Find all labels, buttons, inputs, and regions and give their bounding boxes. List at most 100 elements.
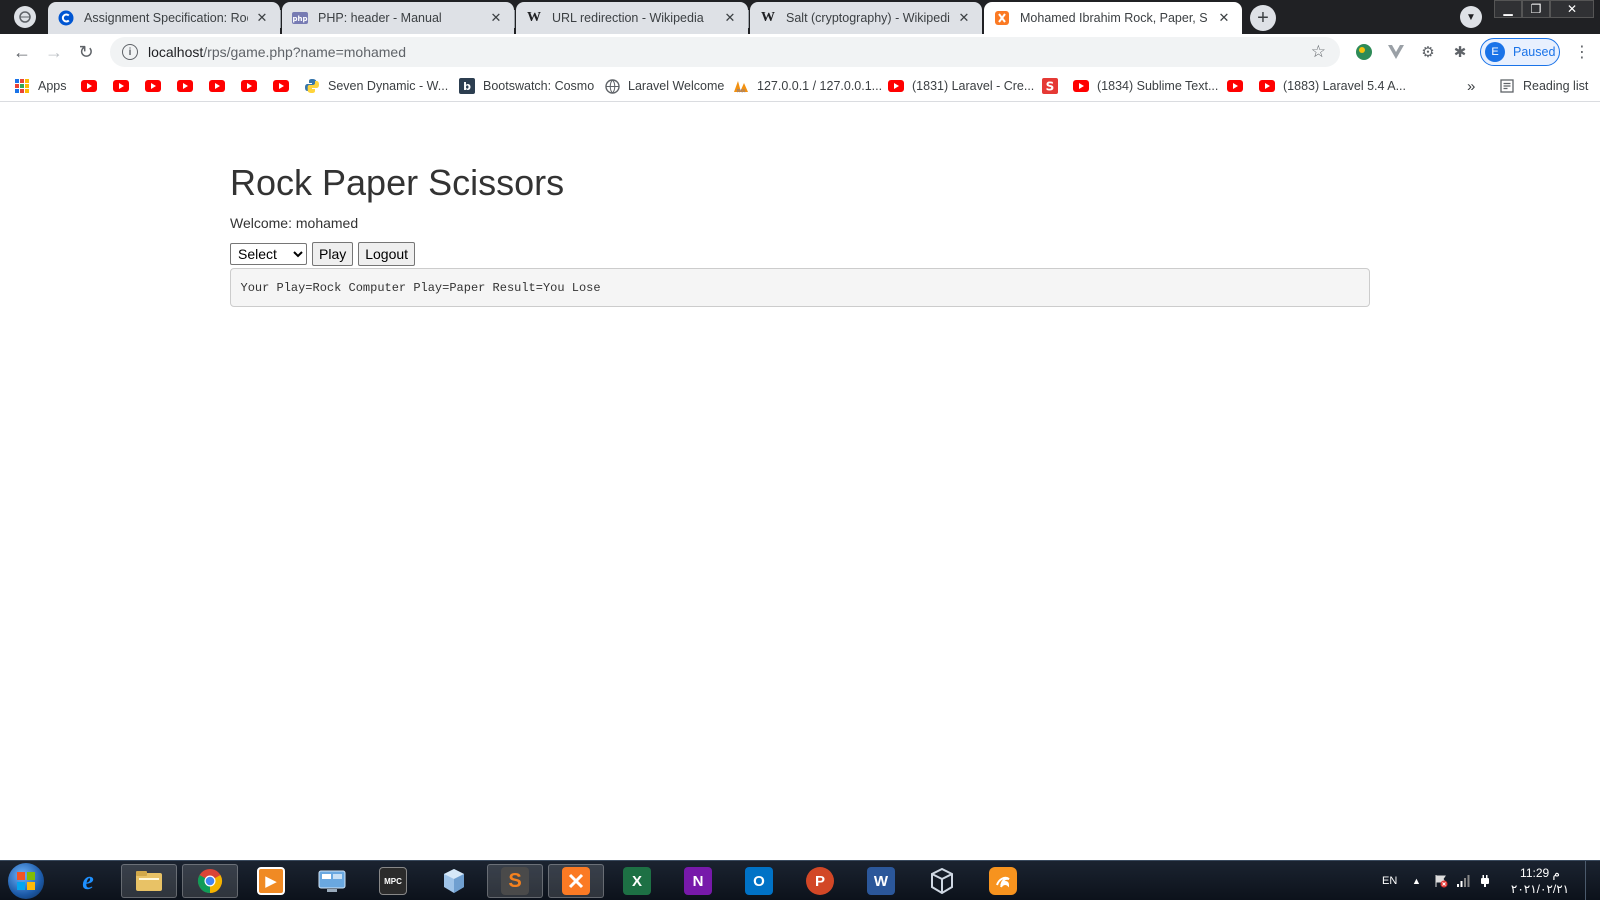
bookmarks-bar: Apps Seven Dynamic - W... b Bootswatch: …: [0, 70, 1600, 102]
tab-search-button[interactable]: [14, 6, 36, 28]
bookmark-seven-dynamic[interactable]: Seven Dynamic - W...: [304, 76, 448, 96]
bookmarks-overflow-button[interactable]: »: [1467, 76, 1475, 96]
bookmark-youtube-5[interactable]: [209, 76, 233, 96]
bookmark-youtube-2[interactable]: [113, 76, 137, 96]
close-icon[interactable]: ✕: [488, 10, 504, 26]
taskbar-onenote[interactable]: N: [670, 864, 726, 898]
close-icon[interactable]: ✕: [956, 10, 972, 26]
bookmark-youtube-8[interactable]: [1227, 76, 1251, 96]
show-hidden-icons-button[interactable]: ▲: [1412, 861, 1421, 900]
taskbar-internet-explorer[interactable]: e: [60, 864, 116, 898]
bookmark-youtube-7[interactable]: [273, 76, 297, 96]
close-icon[interactable]: ✕: [1216, 10, 1232, 26]
bookmark-sublime-text[interactable]: (1834) Sublime Text...: [1073, 76, 1218, 96]
info-icon[interactable]: i: [122, 44, 138, 60]
globe-icon: [19, 11, 31, 23]
globe-extension-icon[interactable]: [1354, 42, 1374, 62]
taskbar-chrome[interactable]: [182, 864, 238, 898]
close-icon[interactable]: ✕: [722, 10, 738, 26]
play-choice-select[interactable]: Select: [230, 243, 307, 265]
system-clock[interactable]: 11:29 م ٢٠٢١/٠٢/٢١: [1505, 865, 1575, 897]
taskbar-xampp[interactable]: [548, 864, 604, 898]
url-text[interactable]: localhost/rps/game.php?name=mohamed: [148, 44, 1311, 60]
taskbar-sublime-text[interactable]: S: [487, 864, 543, 898]
bookmark-label: (1883) Laravel 5.4 A...: [1283, 79, 1406, 93]
chevron-down-icon: ▼: [1466, 11, 1476, 23]
bookmark-youtube-1[interactable]: [81, 76, 105, 96]
bookmark-bootswatch[interactable]: b Bootswatch: Cosmo: [459, 76, 594, 96]
excel-icon: X: [623, 867, 651, 895]
bookmark-youtube-3[interactable]: [145, 76, 169, 96]
forward-button[interactable]: →: [42, 40, 66, 64]
restore-button[interactable]: ❐: [1522, 0, 1550, 18]
play-button[interactable]: Play: [312, 242, 354, 266]
wikipedia-w-icon: W: [761, 10, 775, 25]
new-tab-button[interactable]: +: [1250, 5, 1276, 31]
youtube-icon: [273, 78, 289, 94]
bookmark-apps[interactable]: Apps: [14, 76, 67, 96]
tab-php-header[interactable]: php PHP: header - Manual ✕: [282, 2, 515, 34]
powerpoint-icon: P: [806, 867, 834, 895]
tab-assignment[interactable]: Assignment Specification: Rock P ✕: [48, 2, 281, 34]
youtube-icon: [209, 78, 225, 94]
settings-extension-icon[interactable]: ⚙: [1418, 42, 1438, 62]
language-indicator[interactable]: EN: [1382, 861, 1397, 900]
plus-icon: +: [1257, 6, 1269, 29]
extensions-puzzle-icon[interactable]: ✱: [1450, 42, 1470, 62]
taskbar-mpc-be[interactable]: MPC: [365, 864, 421, 898]
taskbar-powerpoint[interactable]: P: [792, 864, 848, 898]
arrow-left-icon: ←: [13, 41, 31, 62]
chrome-icon: [196, 867, 224, 895]
profile-status: Paused: [1513, 45, 1556, 59]
bookmark-laravel-create[interactable]: (1831) Laravel - Cre...: [888, 76, 1034, 96]
taskbar-uc-browser[interactable]: [975, 864, 1031, 898]
network-signal-icon[interactable]: [1456, 861, 1470, 900]
vue-devtools-icon[interactable]: [1386, 42, 1406, 62]
browser-menu-icon[interactable]: ⋮: [1572, 42, 1592, 62]
bookmark-phpmyadmin[interactable]: PMA 127.0.0.1 / 127.0.0.1...: [733, 76, 882, 96]
chevron-up-icon: ▲: [1412, 876, 1421, 886]
taskbar-virtualbox[interactable]: [914, 864, 970, 898]
bookmark-star-icon[interactable]: ☆: [1311, 42, 1326, 62]
reading-list-button[interactable]: Reading list: [1499, 76, 1588, 96]
bookmark-youtube-6[interactable]: [241, 76, 265, 96]
close-window-button[interactable]: ✕: [1550, 0, 1594, 18]
power-plug-icon[interactable]: [1478, 861, 1492, 900]
tab-salt-cryptography[interactable]: W Salt (cryptography) - Wikipedia ✕: [750, 2, 982, 34]
action-center-flag-icon[interactable]: [1434, 861, 1448, 900]
taskbar-control-panel[interactable]: [304, 864, 360, 898]
tab-url-redirection[interactable]: W URL redirection - Wikipedia ✕: [516, 2, 749, 34]
bookmark-sublime[interactable]: S: [1042, 76, 1066, 96]
profile-button[interactable]: E Paused: [1480, 38, 1560, 66]
bookmark-label: 127.0.0.1 / 127.0.0.1...: [757, 79, 883, 93]
bookmark-youtube-4[interactable]: [177, 76, 201, 96]
taskbar-outlook[interactable]: O: [731, 864, 787, 898]
tab-search-menu-button[interactable]: ▼: [1460, 6, 1482, 28]
bookmark-laravel-welcome[interactable]: Laravel Welcome: [604, 76, 724, 96]
clock-date: ٢٠٢١/٠٢/٢١: [1510, 882, 1570, 896]
bookmark-laravel-54[interactable]: (1883) Laravel 5.4 A...: [1259, 76, 1406, 96]
taskbar-file-explorer[interactable]: [121, 864, 177, 898]
language-label: EN: [1382, 875, 1398, 887]
logout-button[interactable]: Logout: [358, 242, 416, 266]
reload-button[interactable]: ↻: [74, 40, 98, 64]
taskbar-word[interactable]: W: [853, 864, 909, 898]
taskbar-excel[interactable]: X: [609, 864, 665, 898]
bookmark-label: Bootswatch: Cosmo: [483, 79, 595, 93]
window-controls: ▁ ❐ ✕: [1494, 0, 1594, 18]
tab-title: Salt (cryptography) - Wikipedia: [786, 11, 950, 25]
mpc-be-icon: MPC: [379, 867, 407, 895]
file-explorer-icon: [135, 867, 163, 895]
virtual-box-icon: [440, 867, 468, 895]
globe-icon: [604, 78, 620, 94]
start-button[interactable]: [8, 863, 44, 899]
taskbar-cube-app[interactable]: [426, 864, 482, 898]
back-button[interactable]: ←: [10, 40, 34, 64]
bookmark-label: (1831) Laravel - Cre...: [912, 79, 1035, 93]
close-icon[interactable]: ✕: [254, 10, 270, 26]
minimize-button[interactable]: ▁: [1494, 0, 1522, 18]
address-bar[interactable]: i localhost/rps/game.php?name=mohamed ☆: [110, 37, 1340, 67]
show-desktop-button[interactable]: [1585, 861, 1600, 900]
tab-rock-paper-scissors[interactable]: Mohamed Ibrahim Rock, Paper, S ✕: [984, 2, 1242, 34]
taskbar-media-player[interactable]: ▶: [243, 864, 299, 898]
